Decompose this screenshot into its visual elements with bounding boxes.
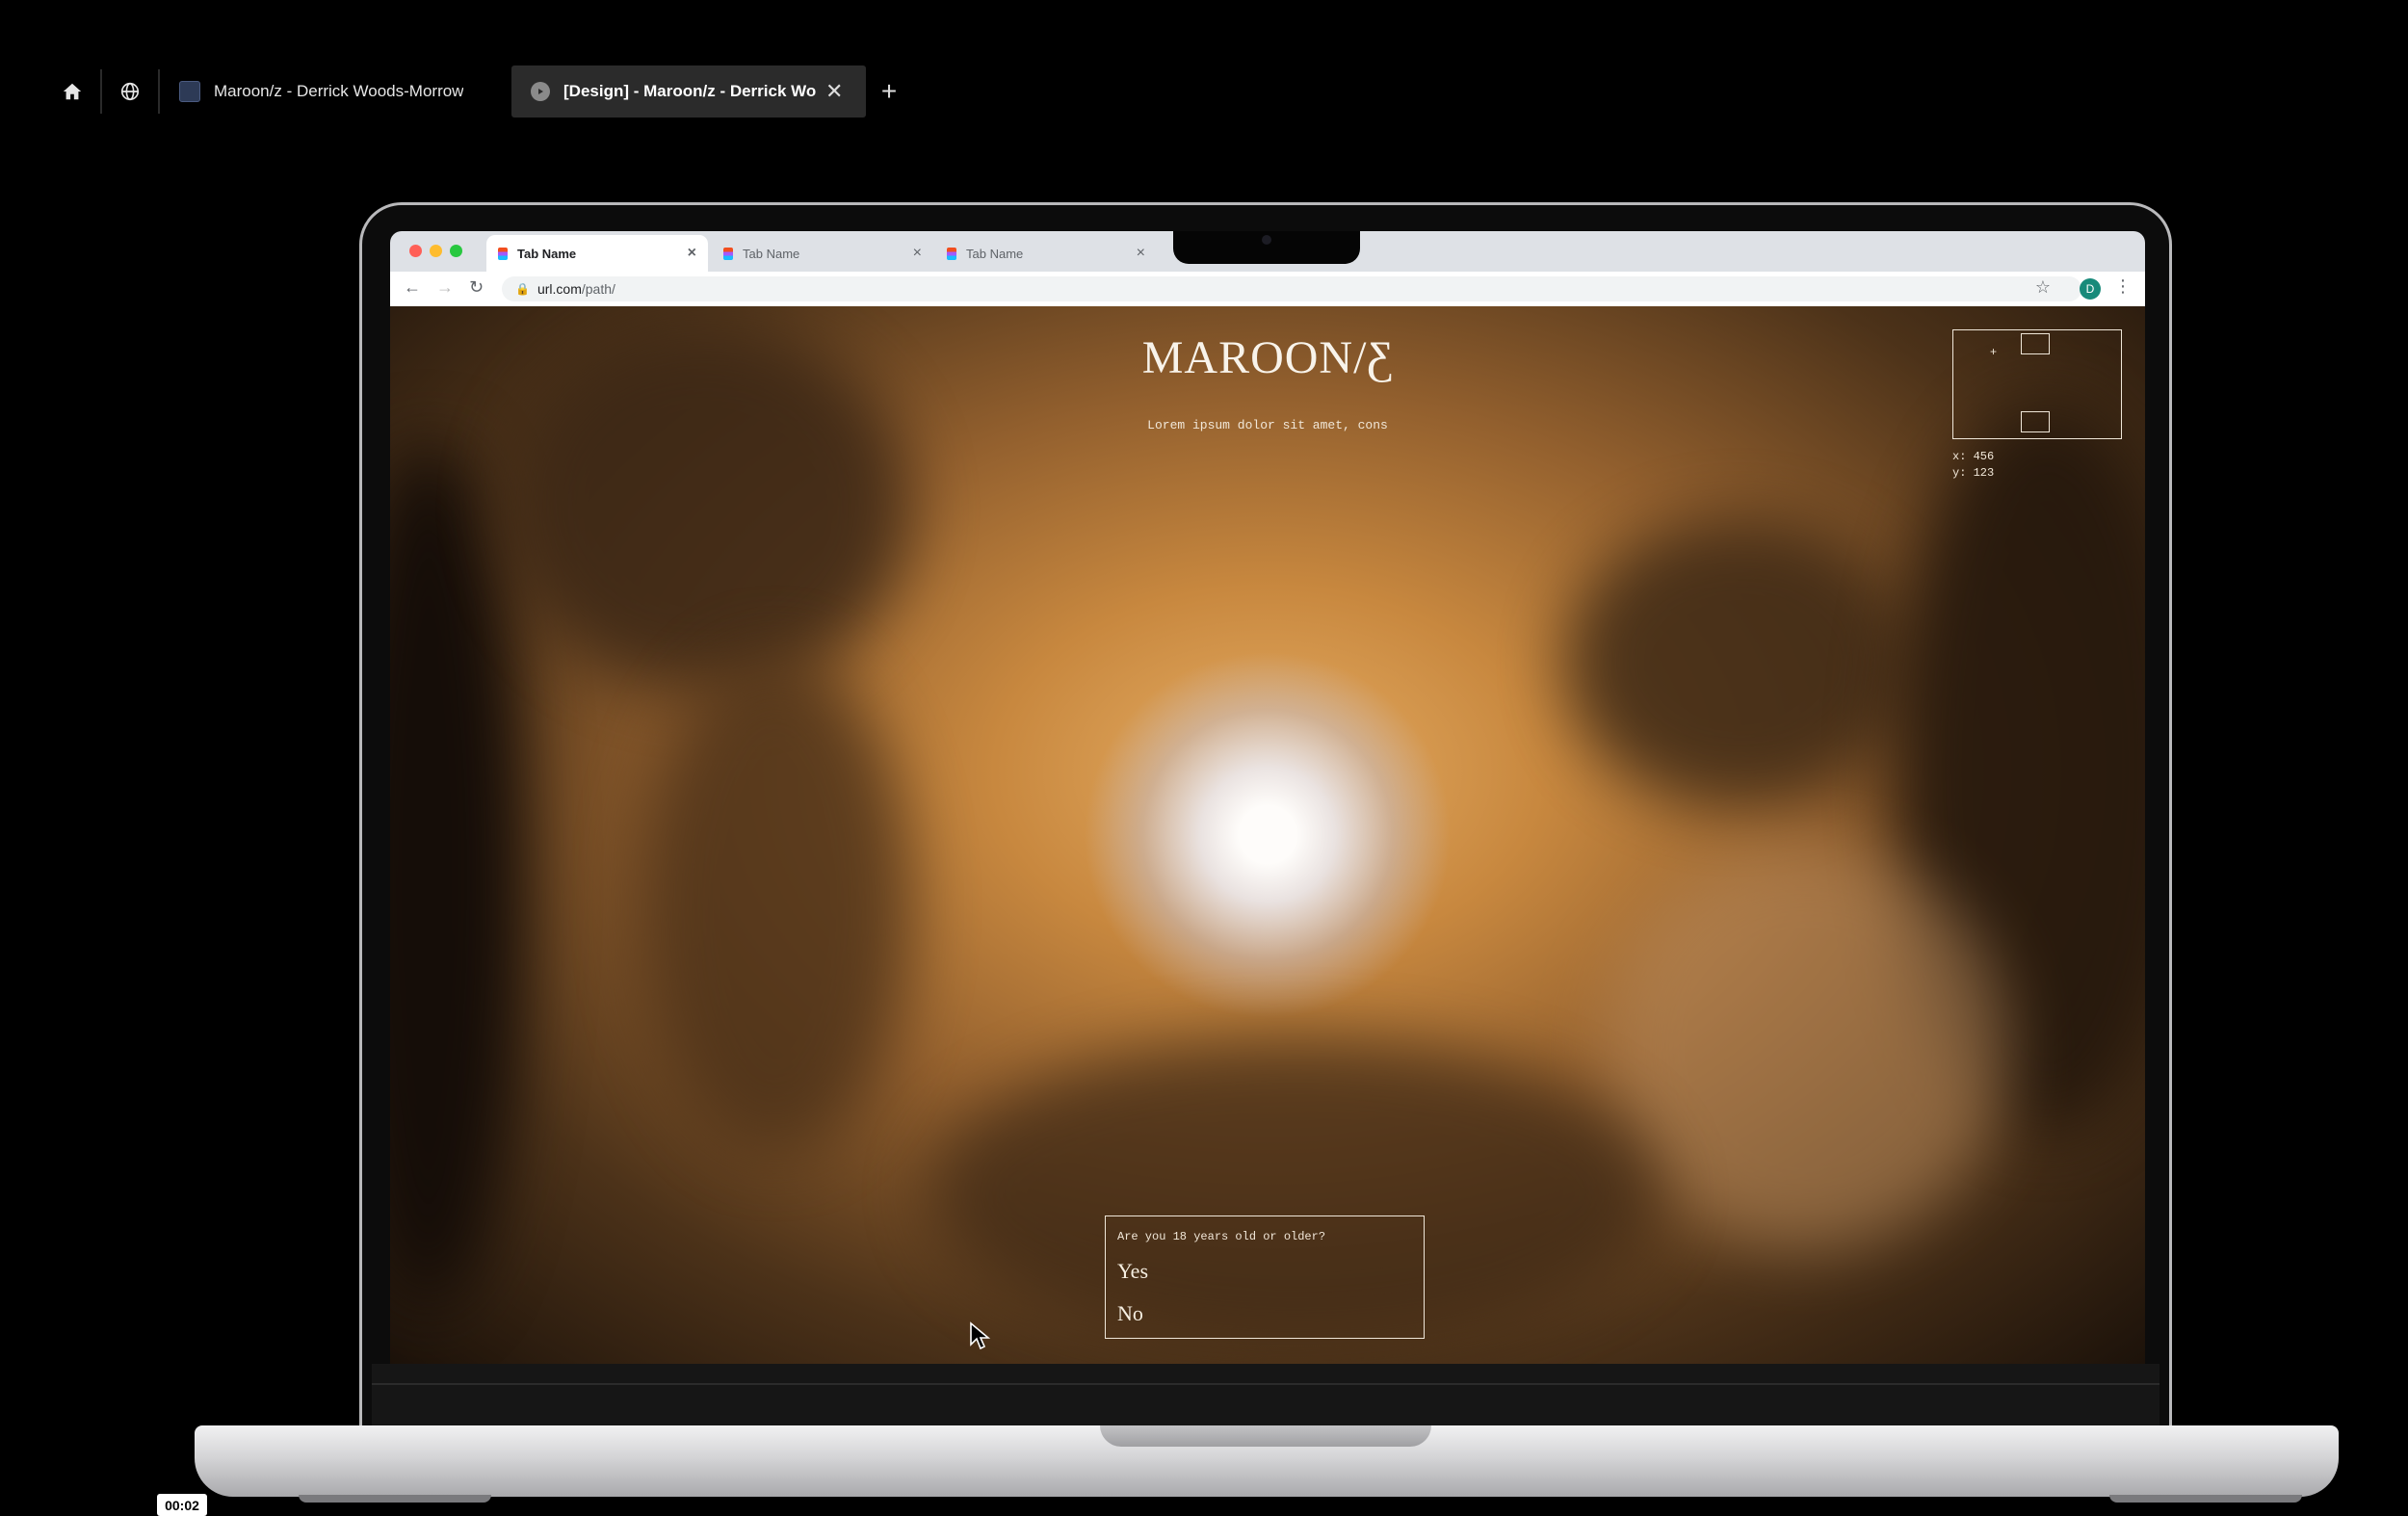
laptop-foot — [299, 1495, 491, 1503]
browser-tab-2[interactable]: Tab Name × — [712, 235, 933, 272]
figma-favicon-icon — [723, 247, 733, 260]
tab-separator — [100, 69, 102, 114]
laptop-foot — [2109, 1495, 2302, 1503]
x-coordinate: x: 456 — [1952, 450, 1995, 463]
browser-tab-1[interactable]: Tab Name × — [486, 235, 708, 272]
figma-favicon-icon — [498, 247, 508, 260]
figure-silhouette-shape — [1565, 518, 1912, 807]
mouse-cursor-icon — [969, 1321, 991, 1355]
figure-shoulder-shape — [1604, 846, 2008, 1250]
age-question: Are you 18 years old or older? — [1117, 1230, 1326, 1243]
globe-icon[interactable] — [108, 65, 152, 118]
app-tab-maroonz-file[interactable]: Maroon/z - Derrick Woods-Morrow — [179, 65, 497, 118]
dark-foliage-shape — [390, 441, 525, 1308]
more-menu-icon[interactable]: ⋮ — [2114, 276, 2132, 297]
browser-address-bar: ← → ↻ 🔒 url.com/path/ ☆ D ⋮ — [390, 272, 2145, 307]
reload-icon[interactable]: ↻ — [469, 277, 484, 298]
minimap-frame-bottom[interactable] — [2021, 411, 2050, 432]
camera-icon — [1262, 235, 1271, 245]
profile-avatar[interactable]: D — [2080, 278, 2101, 300]
video-timestamp: 00:02 — [157, 1494, 207, 1516]
browser-tab-3[interactable]: Tab Name × — [935, 235, 1157, 272]
close-icon[interactable]: × — [688, 245, 696, 262]
close-window-button[interactable] — [409, 245, 422, 257]
coordinate-readout: x: 456 y: 123 — [1952, 449, 1994, 482]
close-icon[interactable]: × — [913, 245, 922, 262]
back-arrow-icon[interactable]: ← — [404, 277, 421, 298]
site-subtitle: Lorem ipsum dolor sit amet, cons — [1147, 418, 1388, 432]
play-icon — [531, 82, 550, 101]
url-field[interactable]: 🔒 url.com/path/ — [502, 276, 2081, 301]
close-icon[interactable]: × — [1137, 245, 1145, 262]
app-tab-label: [Design] - Maroon/z - Derrick Woods-Morr… — [563, 82, 816, 100]
url-host: url.com — [537, 281, 582, 297]
tab-separator — [158, 69, 160, 114]
age-verification-dialog: Are you 18 years old or older? Yes No — [1105, 1215, 1425, 1339]
window-controls — [409, 245, 462, 257]
app-tab-label: Maroon/z - Derrick Woods-Morrow — [214, 82, 464, 100]
bookmark-star-icon[interactable]: ☆ — [2035, 277, 2051, 298]
laptop-bezel-chin — [372, 1364, 2159, 1425]
hero-background-photo: MAROON/Ƹ Lorem ipsum dolor sit amet, con… — [390, 306, 2145, 1364]
age-yes-option[interactable]: Yes — [1117, 1259, 1148, 1284]
minimize-window-button[interactable] — [430, 245, 442, 257]
laptop-bezel-line — [372, 1383, 2159, 1385]
url-path: /path/ — [581, 281, 615, 297]
browser-tab-label: Tab Name — [517, 246, 577, 261]
app-tab-design-prototype[interactable]: [Design] - Maroon/z - Derrick Woods-Morr… — [511, 65, 866, 118]
camera-notch — [1173, 231, 1360, 264]
laptop-hinge-notch — [1100, 1425, 1431, 1447]
laptop-screen: Tab Name × Tab Name × Tab Name × ← → ↻ 🔒… — [390, 231, 2145, 1364]
forward-arrow-icon[interactable]: → — [436, 277, 454, 298]
figma-favicon-icon — [947, 247, 956, 260]
navigation-minimap[interactable]: + — [1952, 329, 2122, 439]
browser-tab-label: Tab Name — [966, 246, 1024, 261]
palm-silhouette-shape — [641, 653, 910, 1154]
app-tab-bar: Maroon/z - Derrick Woods-Morrow [Design]… — [0, 65, 963, 118]
age-no-option[interactable]: No — [1117, 1301, 1143, 1326]
site-title: MAROON/Ƹ — [1141, 332, 1394, 383]
crosshair-icon: + — [1990, 345, 1998, 358]
close-icon[interactable]: ✕ — [825, 79, 843, 104]
home-icon[interactable] — [50, 65, 94, 118]
lock-icon: 🔒 — [515, 282, 530, 296]
maximize-window-button[interactable] — [450, 245, 462, 257]
browser-tab-label: Tab Name — [743, 246, 800, 261]
figma-file-icon — [179, 81, 200, 102]
minimap-frame-top[interactable] — [2021, 333, 2050, 354]
y-coordinate: y: 123 — [1952, 466, 1995, 480]
new-tab-plus-icon[interactable]: + — [867, 65, 911, 118]
